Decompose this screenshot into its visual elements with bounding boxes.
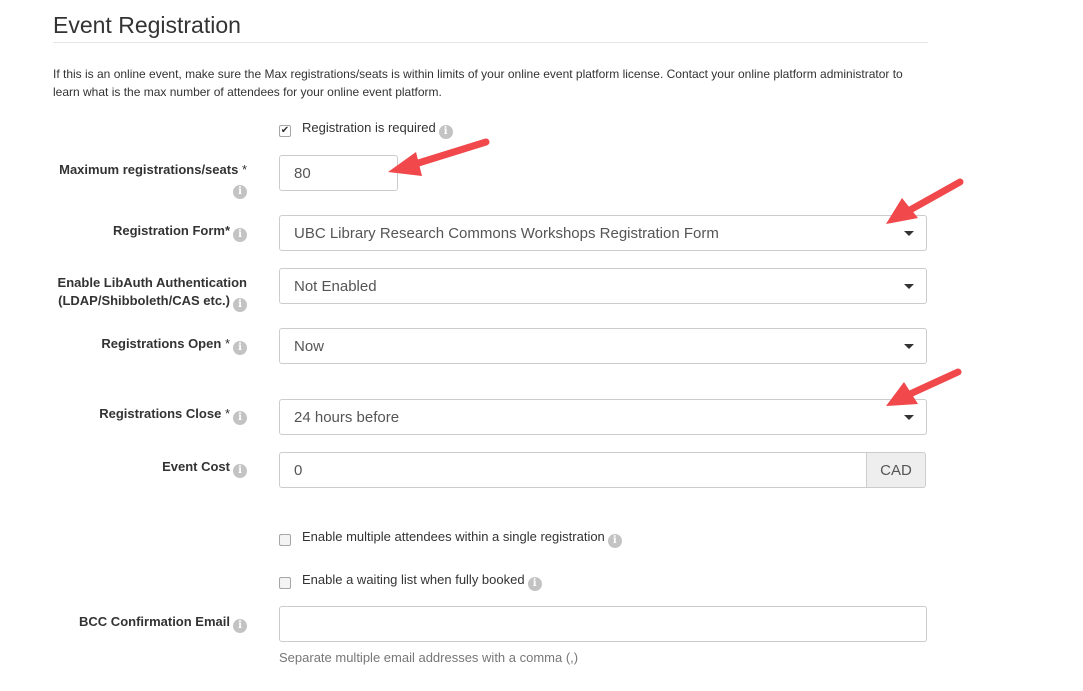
registrations-close-select[interactable]: 24 hours before	[279, 399, 927, 435]
chevron-down-icon	[904, 284, 914, 289]
waiting-list-checkbox[interactable]	[279, 577, 291, 589]
registrations-open-select[interactable]: Now	[279, 328, 927, 364]
registration-form-select[interactable]: UBC Library Research Commons Workshops R…	[279, 215, 927, 251]
info-icon[interactable]: i	[233, 228, 247, 242]
libauth-select[interactable]: Not Enabled	[279, 268, 927, 304]
info-icon[interactable]: i	[233, 411, 247, 425]
info-icon[interactable]: i	[233, 464, 247, 478]
multiple-attendees-label: Enable multiple attendees within a singl…	[302, 529, 622, 548]
info-icon[interactable]: i	[233, 185, 247, 199]
red-arrow-annotation	[886, 178, 964, 224]
registration-required-checkbox[interactable]: ✔	[279, 125, 291, 137]
title-divider	[53, 42, 928, 43]
bcc-email-help: Separate multiple email addresses with a…	[279, 650, 579, 665]
page-title: Event Registration	[53, 12, 241, 38]
red-arrow-annotation	[388, 138, 490, 176]
multiple-attendees-checkbox[interactable]	[279, 534, 291, 546]
registration-form-label: Registration Form* i	[113, 222, 247, 242]
checkmark-icon: ✔	[280, 125, 290, 136]
online-event-notice: If this is an online event, make sure th…	[53, 67, 903, 99]
info-icon[interactable]: i	[527, 577, 542, 591]
info-icon[interactable]: i	[233, 619, 247, 633]
event-cost-label: Event Cost i	[162, 458, 247, 478]
info-icon[interactable]: i	[233, 341, 247, 355]
waiting-list-label: Enable a waiting list when fully booked i	[302, 572, 542, 591]
red-arrow-annotation	[886, 368, 962, 406]
info-icon[interactable]: i	[607, 534, 622, 548]
chevron-down-icon	[904, 344, 914, 349]
registrations-close-label: Registrations Close * i	[99, 405, 247, 425]
registrations-open-label: Registrations Open * i	[101, 335, 247, 355]
currency-addon: CAD	[866, 452, 926, 488]
bcc-email-input[interactable]	[279, 606, 927, 642]
event-cost-input[interactable]: 0	[279, 452, 867, 488]
info-icon[interactable]: i	[233, 298, 247, 312]
bcc-email-label: BCC Confirmation Email i	[79, 613, 247, 633]
max-seats-label: Maximum registrations/seats * i	[59, 162, 247, 199]
libauth-label: Enable LibAuth Authentication (LDAP/Shib…	[57, 275, 247, 312]
chevron-down-icon	[904, 415, 914, 420]
